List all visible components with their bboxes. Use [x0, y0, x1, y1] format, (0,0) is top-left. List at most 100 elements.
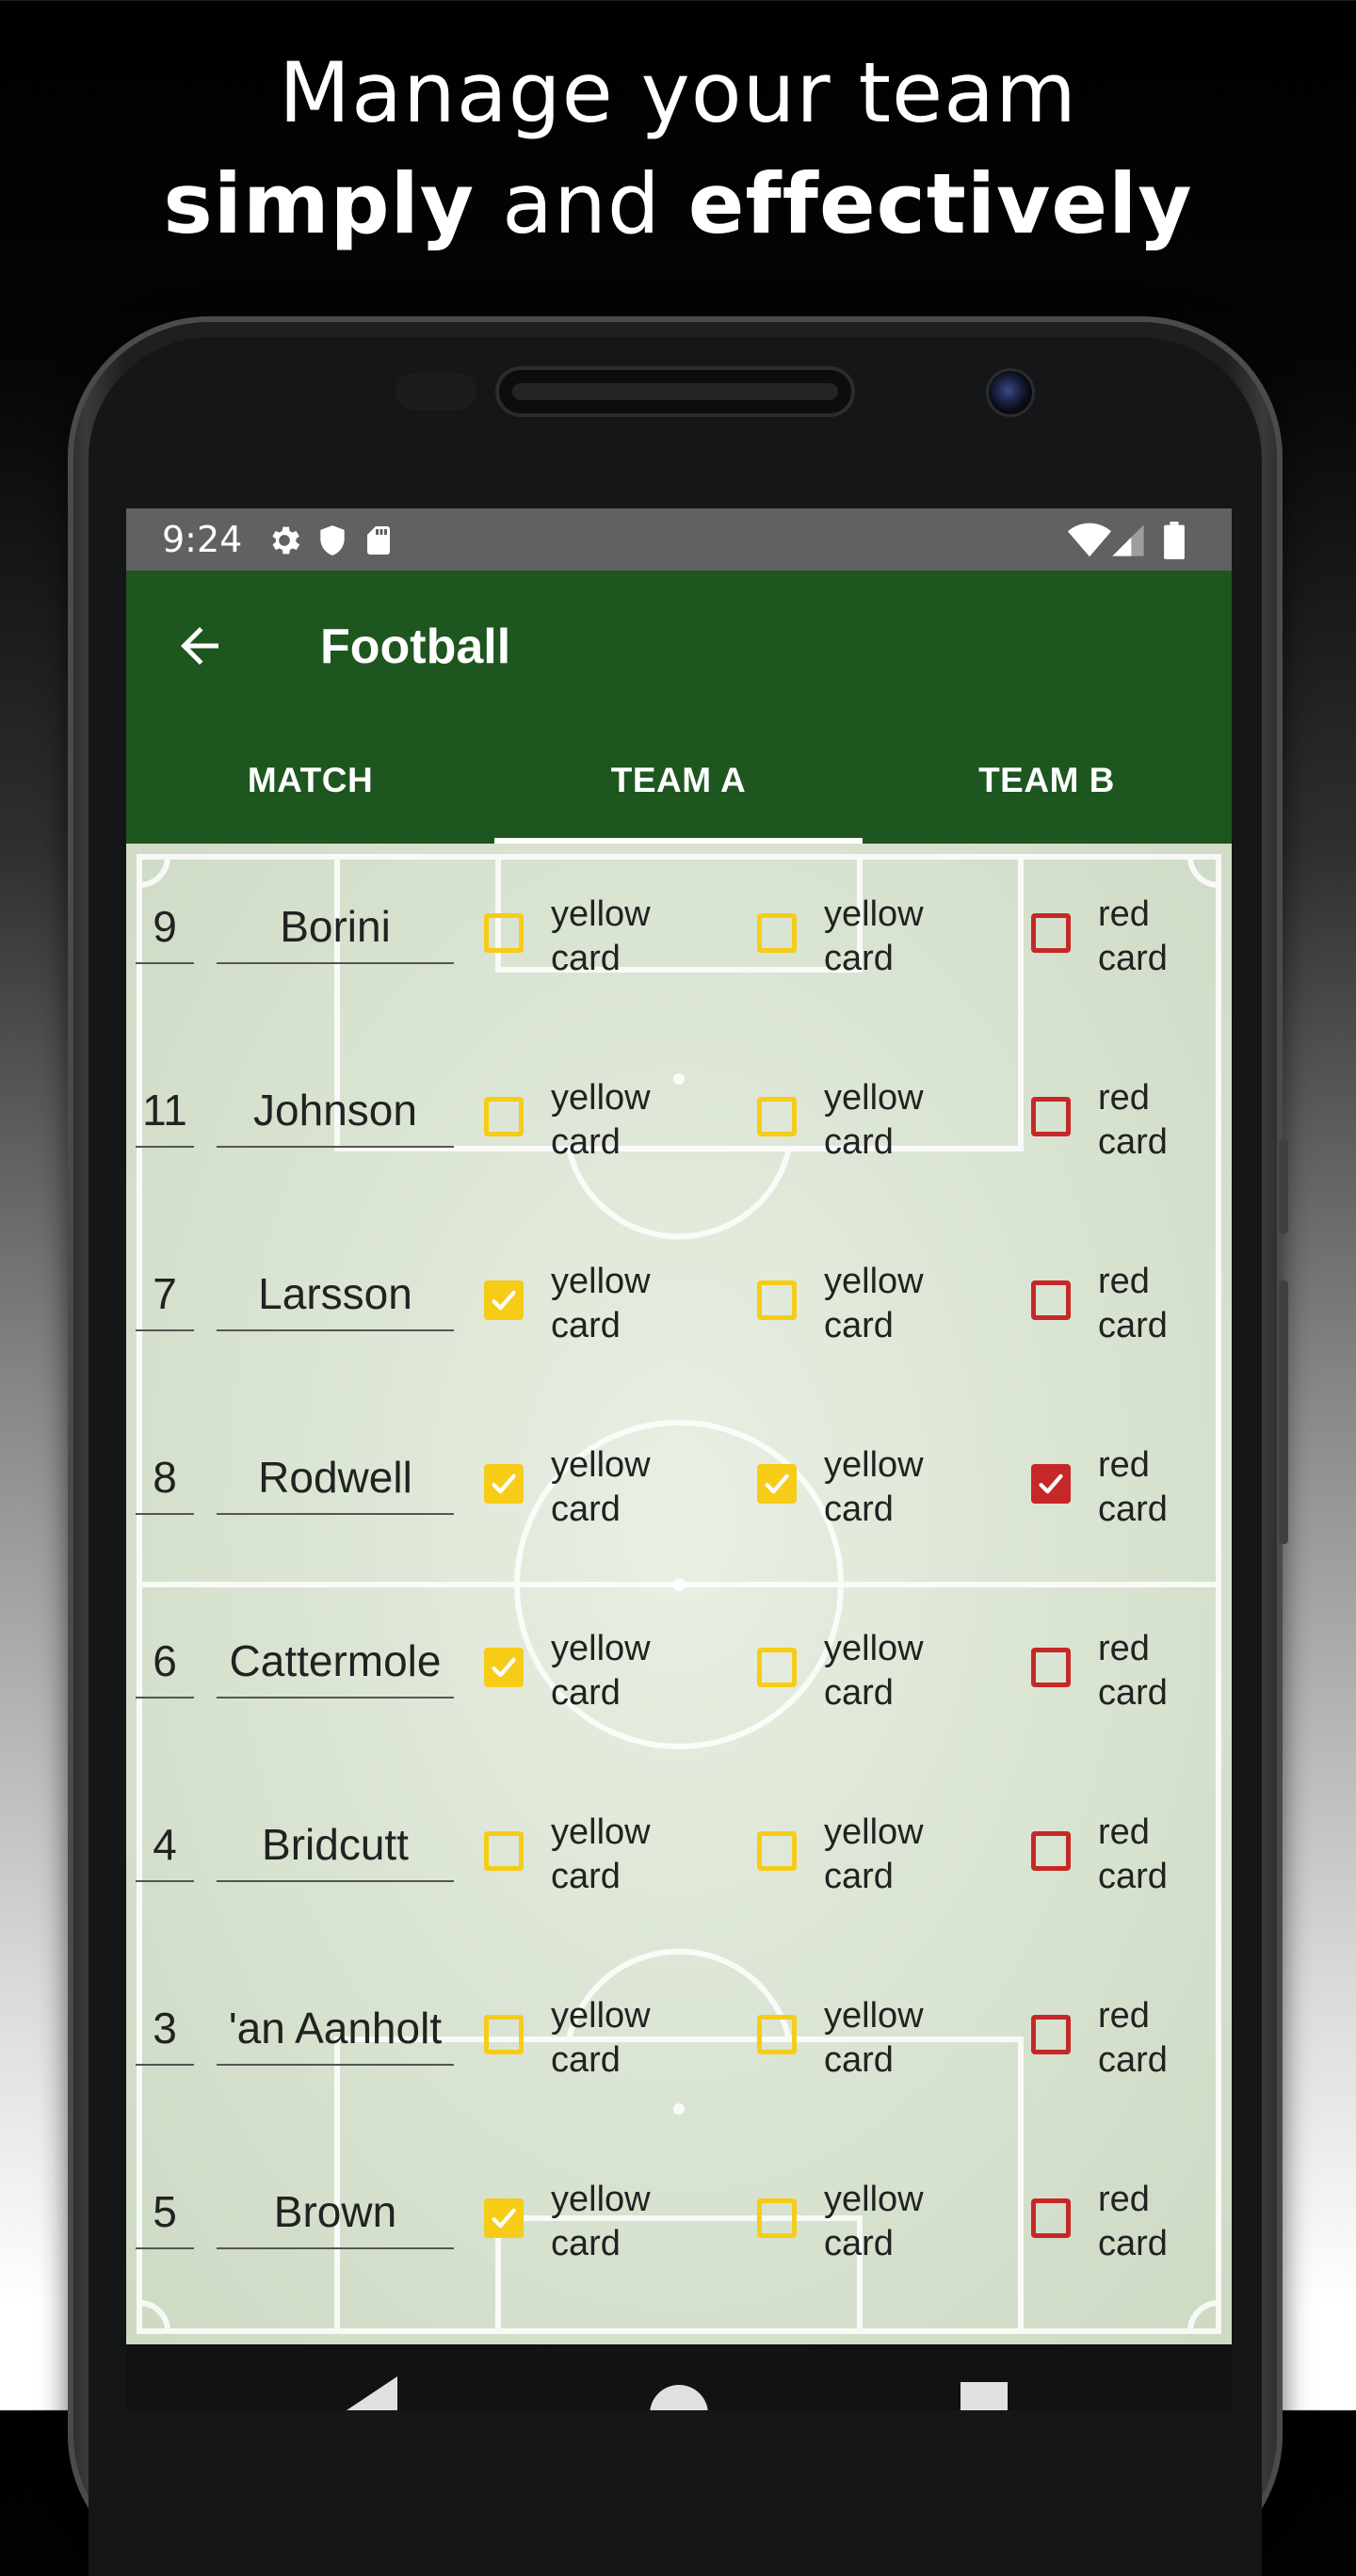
player-row: 11 Johnson yellow card yellow card red card	[126, 1074, 1232, 1187]
card-label-line1: red	[1098, 1078, 1150, 1118]
second-yellow-card-checkbox[interactable]	[757, 1097, 797, 1136]
tab-team-b[interactable]: TEAM B	[863, 721, 1231, 844]
card-label-line2: card	[824, 2224, 894, 2263]
first-yellow-card-checkbox[interactable]	[484, 913, 524, 953]
second-yellow-card-checkbox[interactable]	[757, 1464, 797, 1504]
card-label-line1: red	[1098, 1812, 1150, 1852]
first-yellow-card-checkbox[interactable]	[484, 1648, 524, 1687]
card-label-line1: red	[1098, 894, 1150, 934]
app-title: Football	[320, 620, 511, 674]
card-label-line1: red	[1098, 1629, 1150, 1668]
first-yellow-card-checkbox[interactable]	[484, 1097, 524, 1136]
second-yellow-card-label: yellow card	[824, 1811, 924, 1899]
card-label-line2: card	[1098, 1857, 1168, 1896]
proximity-sensor	[396, 373, 476, 411]
tab-match[interactable]: MATCH	[126, 721, 494, 844]
red-card-checkbox[interactable]	[1031, 1831, 1071, 1871]
tab-bar: MATCH TEAM A TEAM B	[126, 721, 1232, 844]
first-yellow-card-checkbox[interactable]	[484, 1280, 524, 1320]
signal-icon	[1109, 522, 1147, 563]
first-yellow-card-label: yellow card	[551, 893, 651, 981]
red-card-checkbox[interactable]	[1031, 1097, 1071, 1136]
card-label-line2: card	[1098, 939, 1168, 978]
player-name-field[interactable]: Borini	[217, 891, 454, 964]
card-label-line2: card	[1098, 2040, 1168, 2080]
first-yellow-card-checkbox[interactable]	[484, 2198, 524, 2238]
arrow-left-icon[interactable]	[171, 618, 228, 674]
player-number-field[interactable]: 5	[136, 2176, 194, 2249]
player-number-field[interactable]: 7	[136, 1258, 194, 1331]
promo-bold-effectively: effectively	[687, 155, 1193, 252]
card-label-line1: red	[1098, 2180, 1150, 2219]
card-label-line2: card	[1098, 2224, 1168, 2263]
red-card-checkbox[interactable]	[1031, 1464, 1071, 1504]
red-card-label: red card	[1098, 893, 1168, 981]
red-card-label: red card	[1098, 1260, 1168, 1348]
tab-team-a[interactable]: TEAM A	[494, 721, 863, 844]
player-name-field[interactable]: Rodwell	[217, 1441, 454, 1515]
player-number-field[interactable]: 6	[136, 1625, 194, 1699]
second-yellow-card-checkbox[interactable]	[757, 1831, 797, 1871]
first-yellow-card-checkbox[interactable]	[484, 2015, 524, 2054]
second-yellow-card-checkbox[interactable]	[757, 2015, 797, 2054]
card-label-line2: card	[1098, 1673, 1168, 1713]
card-label-line2: card	[824, 939, 894, 978]
promo-bold-simply: simply	[163, 155, 476, 252]
card-label-line1: yellow	[824, 2180, 924, 2219]
app-bar: Football	[126, 571, 1232, 721]
player-name-field[interactable]: Larsson	[217, 1258, 454, 1331]
player-name-field[interactable]: Bridcutt	[217, 1809, 454, 1882]
player-row: 3'an Aanholt yellow card yellow card red card	[126, 1992, 1232, 2105]
red-card-checkbox[interactable]	[1031, 2015, 1071, 2054]
first-yellow-card-checkbox[interactable]	[484, 1831, 524, 1871]
card-label-line2: card	[551, 1489, 621, 1529]
nav-bar	[126, 2344, 1232, 2410]
player-number-field[interactable]: 4	[136, 1809, 194, 1882]
red-card-checkbox[interactable]	[1031, 1280, 1071, 1320]
status-time: 9:24	[162, 519, 243, 560]
player-name-field[interactable]: Johnson	[217, 1074, 454, 1148]
player-name-field[interactable]: 'an Aanholt	[217, 1992, 454, 2066]
player-name-field[interactable]: Cattermole	[217, 1625, 454, 1699]
earpiece-speaker	[499, 370, 851, 413]
recents-square-icon[interactable]	[960, 2376, 1008, 2410]
back-triangle-icon[interactable]	[341, 2376, 397, 2410]
player-number-field[interactable]: 8	[136, 1441, 194, 1515]
card-label-line1: yellow	[824, 1812, 924, 1852]
second-yellow-card-checkbox[interactable]	[757, 2198, 797, 2238]
card-label-line1: yellow	[824, 1078, 924, 1118]
second-yellow-card-checkbox[interactable]	[757, 1648, 797, 1687]
red-card-checkbox[interactable]	[1031, 1648, 1071, 1687]
player-name-field[interactable]: Brown	[217, 2176, 454, 2249]
phone-power-button	[1279, 1139, 1288, 1233]
player-row: 9 Borini yellow card yellow card red card	[126, 891, 1232, 1004]
second-yellow-card-label: yellow card	[824, 1443, 924, 1532]
promo-and: and	[475, 155, 688, 252]
second-yellow-card-checkbox[interactable]	[757, 1280, 797, 1320]
promo-headline: Manage your team simply and effectively	[0, 38, 1356, 260]
red-card-checkbox[interactable]	[1031, 913, 1071, 953]
red-card-label: red card	[1098, 1994, 1168, 2083]
player-number-field[interactable]: 9	[136, 891, 194, 964]
card-label-line2: card	[551, 1857, 621, 1896]
card-label-line1: yellow	[551, 1812, 651, 1852]
card-label-line1: yellow	[551, 894, 651, 934]
red-card-label: red card	[1098, 1627, 1168, 1715]
card-label-line1: yellow	[551, 2180, 651, 2219]
front-camera	[989, 371, 1032, 414]
first-yellow-card-checkbox[interactable]	[484, 1464, 524, 1504]
player-number-field[interactable]: 11	[136, 1074, 194, 1148]
player-number-field[interactable]: 3	[136, 1992, 194, 2066]
wifi-icon	[1068, 522, 1111, 563]
red-card-label: red card	[1098, 1076, 1168, 1165]
card-label-line2: card	[551, 1122, 621, 1162]
second-yellow-card-checkbox[interactable]	[757, 913, 797, 953]
card-label-line1: yellow	[551, 1996, 651, 2036]
card-label-line1: yellow	[824, 1262, 924, 1301]
card-label-line1: red	[1098, 1445, 1150, 1485]
red-card-checkbox[interactable]	[1031, 2198, 1071, 2238]
card-label-line2: card	[1098, 1489, 1168, 1529]
home-circle-icon[interactable]	[650, 2376, 708, 2410]
card-label-line1: yellow	[551, 1629, 651, 1668]
card-label-line2: card	[1098, 1306, 1168, 1345]
